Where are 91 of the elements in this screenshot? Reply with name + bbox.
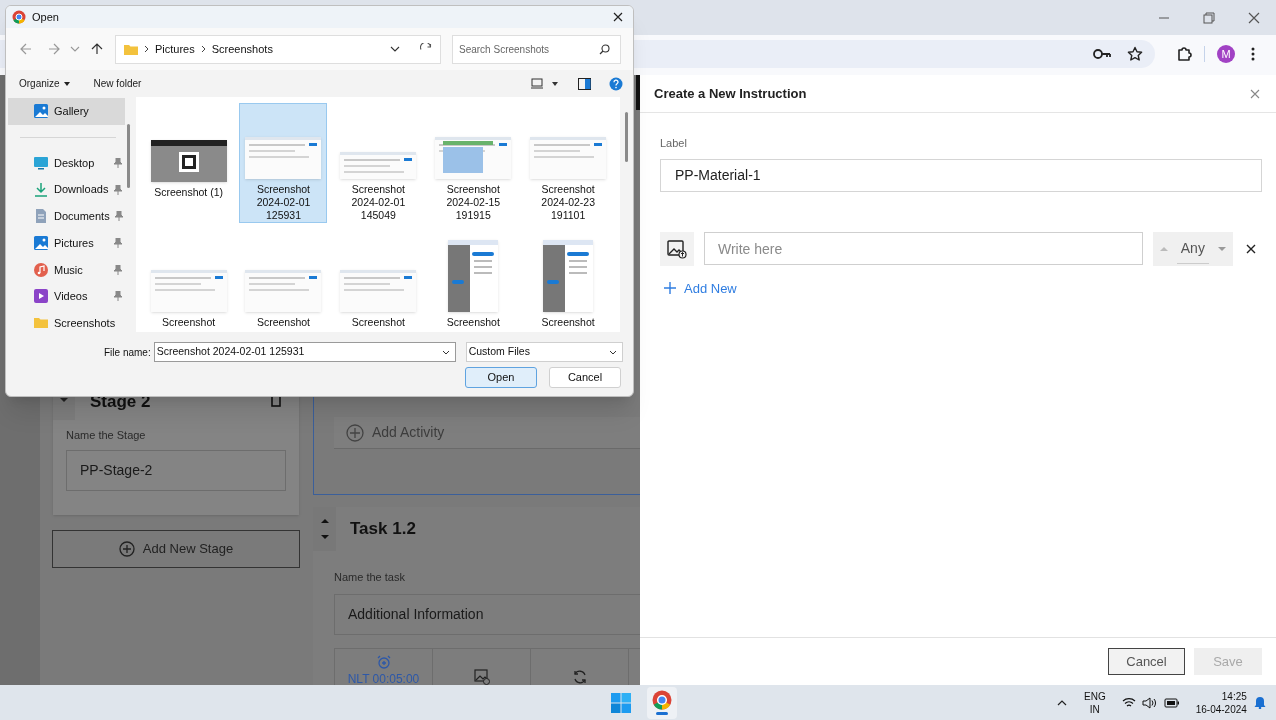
remove-icon[interactable]	[1246, 243, 1256, 254]
language-indicator[interactable]: ENG	[1084, 689, 1106, 703]
chevron-down-icon[interactable]	[390, 46, 400, 52]
plus-circle-icon	[118, 541, 135, 557]
plus-icon	[664, 282, 676, 295]
taskbar-browser-button[interactable]	[647, 686, 677, 719]
field-label: Label	[660, 136, 688, 151]
puzzle-icon[interactable]	[1176, 46, 1192, 62]
file-item[interactable]: Screenshot 2024-02-01 125931	[239, 103, 328, 223]
file-item[interactable]: Screenshot 2024-02-23 191101	[524, 103, 613, 223]
file-item[interactable]: Screenshot	[144, 233, 233, 332]
chevron-right-icon	[200, 45, 206, 53]
breadcrumb-item[interactable]: Pictures	[155, 40, 195, 58]
label-field[interactable]: PP-Material-1	[660, 158, 1262, 192]
caret-down-icon[interactable]	[552, 81, 558, 86]
task-title: Task 1.2	[350, 518, 416, 541]
nav-item[interactable]: Music	[8, 256, 125, 284]
organize-menu[interactable]: Organize	[19, 76, 70, 91]
browser-logo-icon	[12, 10, 26, 24]
file-item[interactable]: Screenshot	[334, 233, 423, 332]
task-name-field[interactable]: Additional Information	[334, 593, 640, 635]
battery-icon[interactable]	[1163, 697, 1180, 708]
file-name-field[interactable]: Screenshot 2024-02-01 125931	[153, 342, 456, 362]
start-button-icon[interactable]	[611, 692, 631, 713]
file-item[interactable]: Screenshot (1)	[144, 103, 233, 223]
caret-up-icon	[1158, 245, 1169, 252]
any-select[interactable]: Any	[1152, 231, 1233, 266]
search-field[interactable]: Search Screenshots	[452, 34, 621, 64]
text-field[interactable]: Write here	[704, 232, 1143, 265]
star-icon[interactable]	[1127, 46, 1143, 62]
header-edge	[636, 75, 640, 110]
clock-date[interactable]: 16-04-2024	[1195, 702, 1247, 716]
file-item[interactable]: Screenshot	[239, 233, 328, 332]
gallery-icon	[33, 235, 49, 252]
nav-item[interactable]: Gallery	[8, 98, 125, 125]
field-label: Name the task	[334, 570, 406, 585]
music-note-icon	[33, 261, 49, 278]
image-upload-icon[interactable]	[473, 666, 490, 688]
video-icon	[33, 288, 49, 305]
address-field[interactable]: Pictures Screenshots	[115, 34, 441, 64]
desktop-icon	[33, 155, 49, 172]
nav-item[interactable]: Pictures	[8, 229, 125, 257]
field-label: File name:	[104, 345, 151, 360]
document-icon	[33, 208, 49, 225]
wifi-icon[interactable]	[1121, 697, 1136, 708]
key-icon[interactable]	[1093, 48, 1111, 60]
nav-item[interactable]: Desktop	[8, 149, 125, 177]
timer-text: NLT 00:05:00	[347, 670, 420, 688]
file-item[interactable]: Screenshot 2024-02-01 145049	[334, 103, 423, 223]
cancel-button[interactable]: Cancel	[549, 367, 621, 388]
notification-bell-icon[interactable]	[1253, 696, 1266, 709]
search-icon	[599, 43, 610, 55]
caret-down-icon	[1217, 245, 1227, 252]
file-item[interactable]: Screenshot	[429, 233, 518, 332]
chevron-down-icon	[441, 349, 450, 355]
folder-icon	[124, 43, 138, 55]
plus-circle-icon	[346, 423, 364, 442]
more-menu-icon[interactable]	[1251, 47, 1255, 61]
drawer-title: Create a New Instruction	[654, 84, 807, 103]
view-icon[interactable]	[531, 78, 543, 89]
gallery-icon	[33, 103, 49, 120]
help-icon[interactable]	[609, 76, 623, 91]
preview-pane-icon[interactable]	[578, 77, 591, 90]
drawer-button[interactable]: Cancel	[1108, 648, 1185, 675]
nav-item[interactable]: Screenshots	[8, 309, 125, 337]
field-label: Name the Stage	[66, 428, 147, 443]
region-indicator[interactable]: IN	[1089, 702, 1100, 716]
download-icon	[33, 181, 49, 198]
image-upload-icon[interactable]	[660, 231, 694, 266]
open-button[interactable]: Open	[465, 367, 537, 388]
nav-item[interactable]: Downloads	[8, 176, 125, 204]
new-folder-button[interactable]: New folder	[93, 76, 142, 91]
caret-down-icon	[63, 81, 70, 86]
chevron-down-icon	[608, 349, 617, 355]
add-new-link[interactable]: Add New	[664, 278, 737, 298]
nav-item[interactable]: Videos	[8, 283, 125, 310]
scrollbar-thumb[interactable]	[625, 112, 629, 162]
stage-name-field[interactable]: PP-Stage-2	[66, 449, 286, 491]
dialog-title: Open	[32, 9, 59, 25]
breadcrumb-item[interactable]: Screenshots	[211, 40, 273, 58]
chevron-right-icon	[144, 45, 149, 53]
scrollbar-thumb[interactable]	[126, 124, 130, 188]
file-type-select[interactable]: Custom Files	[465, 342, 623, 362]
clock-time[interactable]: 14:25	[1221, 689, 1247, 703]
chevron-up-icon[interactable]	[1057, 699, 1067, 706]
add-stage-button[interactable]: Add New Stage	[52, 530, 300, 568]
speaker-icon[interactable]	[1141, 696, 1156, 709]
file-item[interactable]: Screenshot	[524, 233, 613, 332]
nav-item[interactable]: Documents	[8, 203, 125, 230]
alarm-clock-icon	[376, 654, 391, 669]
file-item[interactable]: Screenshot 2024-02-15 191915	[429, 103, 518, 223]
